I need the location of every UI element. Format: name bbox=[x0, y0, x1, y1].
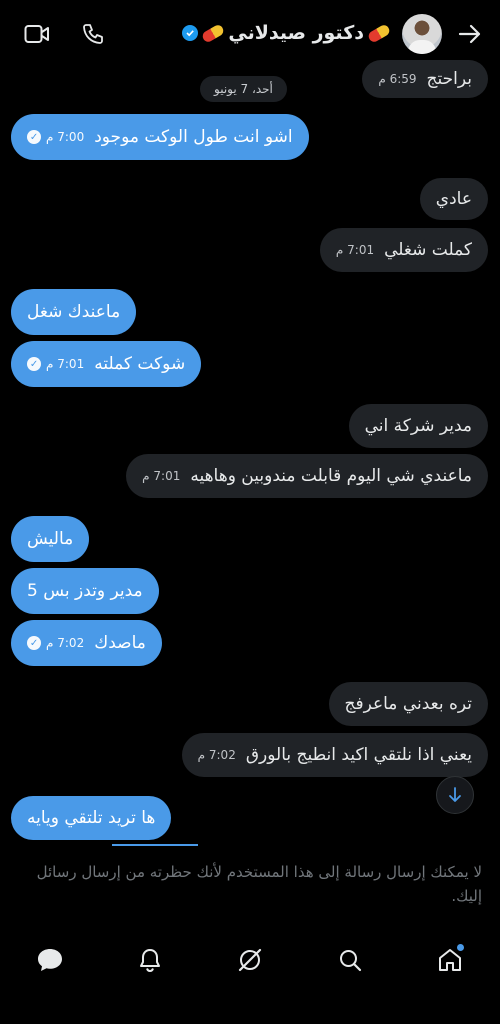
message-time: 6:59 م bbox=[378, 72, 417, 86]
message-text: ها تريد تلتقي ويايه bbox=[27, 808, 156, 828]
message-sent[interactable]: ماعندك شغل bbox=[11, 289, 137, 335]
message-text: شوكت كملته bbox=[94, 354, 186, 374]
home-icon[interactable] bbox=[430, 940, 470, 980]
message-sent[interactable]: ها تريد تلتقي ويايه bbox=[11, 796, 172, 840]
contact-name[interactable]: دكتور صيدلاني bbox=[178, 18, 392, 48]
message-received[interactable]: ماعندي شي اليوم قابلت مندوبين وهاهيه 7:0… bbox=[126, 454, 488, 498]
search-icon[interactable] bbox=[330, 940, 370, 980]
message-sent[interactable]: مدير وتدز بس 5 bbox=[11, 568, 159, 614]
back-arrow-icon[interactable] bbox=[454, 18, 486, 50]
message-received[interactable]: مدير شركة اني bbox=[348, 404, 488, 448]
bottom-navigation bbox=[0, 930, 500, 990]
message-meta: 7:01 م ✓ bbox=[27, 357, 84, 371]
message-text: براحتج bbox=[426, 69, 472, 89]
verified-badge-icon bbox=[182, 25, 199, 41]
message-sent[interactable]: ماليش bbox=[11, 516, 90, 562]
message-time: 7:01 م bbox=[142, 469, 181, 483]
read-receipt-icon: ✓ bbox=[27, 357, 41, 371]
message-received[interactable]: كملت شغلي 7:01 م bbox=[319, 228, 488, 272]
message-received[interactable]: عادي bbox=[419, 178, 488, 220]
message-time: 7:02 م bbox=[197, 748, 236, 762]
blocked-notice: لا يمكنك إرسال رسالة إلى هذا المستخدم لأ… bbox=[36, 863, 482, 905]
pill-emoji-icon bbox=[366, 22, 392, 44]
message-text: ماصدك bbox=[94, 633, 146, 653]
notifications-icon[interactable] bbox=[130, 940, 170, 980]
message-received[interactable]: يعني اذا نلتقي اكيد انطيج بالورق 7:02 م bbox=[181, 733, 488, 777]
message-text: يعني اذا نلتقي اكيد انطيج بالورق bbox=[245, 745, 472, 765]
scroll-indicator bbox=[112, 844, 198, 846]
pill-emoji-icon bbox=[201, 22, 226, 44]
scroll-down-button[interactable] bbox=[436, 776, 474, 814]
read-receipt-icon: ✓ bbox=[27, 636, 41, 650]
message-text: ماعندي شي اليوم قابلت مندوبين وهاهيه bbox=[190, 466, 472, 486]
message-sent[interactable]: اشو انت طول الوكت موجود 7:00 م ✓ bbox=[11, 114, 309, 160]
video-call-icon[interactable] bbox=[22, 20, 52, 48]
date-separator: أحد، 7 يونيو bbox=[200, 76, 287, 102]
chat-header: دكتور صيدلاني bbox=[0, 0, 500, 66]
messages-icon[interactable] bbox=[30, 940, 70, 980]
message-sent[interactable]: شوكت كملته 7:01 م ✓ bbox=[11, 341, 202, 387]
grok-icon[interactable] bbox=[230, 940, 270, 980]
message-time: 7:00 م bbox=[46, 130, 85, 144]
message-text: عادي bbox=[435, 189, 472, 209]
message-text: مدير شركة اني bbox=[364, 416, 472, 436]
notification-dot bbox=[457, 944, 464, 951]
message-text: تره بعدني ماعرفج bbox=[344, 694, 473, 714]
message-text: كملت شغلي bbox=[384, 240, 472, 260]
message-received[interactable]: تره بعدني ماعرفج bbox=[328, 682, 488, 726]
message-text: ماليش bbox=[27, 529, 74, 549]
message-time: 7:01 م bbox=[46, 357, 85, 371]
message-text: ماعندك شغل bbox=[27, 302, 121, 322]
message-meta: 7:02 م ✓ bbox=[27, 636, 84, 650]
message-text: مدير وتدز بس 5 bbox=[27, 581, 143, 601]
avatar[interactable] bbox=[402, 14, 442, 54]
contact-name-text: دكتور صيدلاني bbox=[228, 22, 364, 44]
phone-call-icon[interactable] bbox=[78, 20, 108, 48]
message-text: اشو انت طول الوكت موجود bbox=[94, 127, 293, 147]
message-received[interactable]: براحتج 6:59 م bbox=[362, 60, 488, 98]
message-time: 7:01 م bbox=[335, 243, 375, 257]
read-receipt-icon: ✓ bbox=[27, 130, 41, 144]
message-meta: 7:00 م ✓ bbox=[27, 130, 84, 144]
message-sent[interactable]: ماصدك 7:02 م ✓ bbox=[11, 620, 162, 666]
message-time: 7:02 م bbox=[46, 636, 85, 650]
